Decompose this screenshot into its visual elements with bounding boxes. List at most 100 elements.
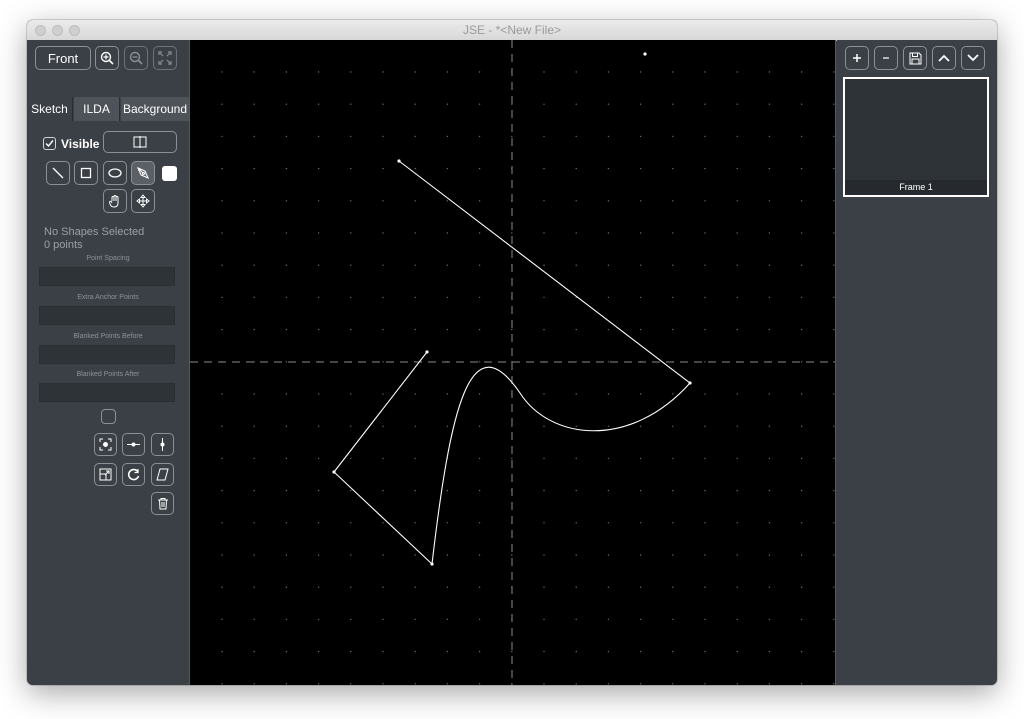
blanked-points-before-field[interactable] — [39, 345, 175, 364]
line-tool-button[interactable] — [46, 161, 70, 185]
blanked-points-after-field[interactable] — [39, 383, 175, 402]
ellipse-tool-icon — [108, 168, 122, 178]
grid-dot — [575, 650, 577, 653]
grid-dot — [414, 71, 416, 73]
grid-dot — [221, 135, 223, 138]
mirror-button[interactable] — [103, 131, 177, 153]
grid-dot — [736, 393, 738, 395]
zoom-out-button[interactable] — [124, 46, 148, 70]
grid-dot — [350, 586, 352, 588]
rectangle-tool-button[interactable] — [74, 161, 98, 185]
grid-dot — [639, 135, 642, 138]
grid-dot — [672, 200, 674, 202]
anchor-point[interactable] — [430, 562, 434, 566]
stray-point[interactable] — [643, 52, 647, 56]
grid-dot — [704, 361, 706, 363]
grid-dot — [350, 103, 352, 105]
sketch-canvas[interactable] — [190, 40, 835, 685]
grid-dot — [317, 232, 320, 234]
align-horizontal-button[interactable] — [122, 433, 145, 456]
scale-button[interactable] — [94, 463, 117, 486]
tab-sketch[interactable]: Sketch — [27, 97, 73, 121]
grid-dot — [639, 393, 642, 395]
pen-tool-button[interactable] — [131, 161, 155, 185]
delete-button[interactable] — [151, 492, 174, 515]
pan-tool-button[interactable] — [103, 189, 127, 213]
grid-dot — [800, 489, 803, 492]
grid-dot — [285, 135, 288, 138]
grid-dot — [704, 200, 706, 202]
tab-ilda[interactable]: ILDA — [74, 97, 120, 121]
grid-dot — [221, 103, 223, 105]
grid-dot — [382, 135, 384, 138]
grid-dot — [285, 683, 288, 685]
grid-dot — [768, 296, 771, 299]
grid-dot — [639, 200, 642, 202]
ellipse-tool-button[interactable] — [103, 161, 127, 185]
grid-dot — [446, 393, 449, 395]
grid-dot — [414, 489, 416, 492]
grid-dot — [253, 650, 255, 653]
grid-dot — [543, 683, 545, 685]
grid-dot — [704, 393, 706, 395]
anchor-point[interactable] — [332, 470, 336, 474]
grid-dot — [672, 393, 674, 395]
grid-dot — [704, 167, 706, 170]
grid-dot — [575, 457, 577, 460]
grid-dot — [253, 489, 255, 492]
move-down-icon — [967, 54, 979, 62]
anchor-point[interactable] — [397, 159, 401, 163]
grid-dot — [221, 296, 223, 299]
move-frame-up-button[interactable] — [932, 46, 956, 70]
grid-dot — [736, 328, 738, 331]
canvas-drawing[interactable] — [190, 40, 835, 685]
grid-dot — [446, 425, 449, 427]
grid-dot — [833, 554, 835, 556]
anchor-point[interactable] — [688, 381, 692, 385]
grid-dot — [478, 167, 481, 170]
grid-dot — [511, 457, 513, 460]
remove-frame-button[interactable] — [874, 46, 898, 70]
zoom-in-button[interactable] — [95, 46, 119, 70]
stroke-color-swatch[interactable] — [162, 166, 177, 181]
align-horizontal-icon — [127, 442, 140, 447]
grid-dot — [317, 200, 320, 202]
view-front-button[interactable]: Front — [35, 46, 91, 70]
grid-dot — [833, 328, 835, 331]
anchor-point[interactable] — [425, 350, 429, 354]
grid-dot — [350, 554, 352, 556]
grid-dot — [543, 232, 545, 234]
grid-dot — [317, 425, 320, 427]
move-frame-down-button[interactable] — [961, 46, 985, 70]
skew-button[interactable] — [151, 463, 174, 486]
add-frame-button[interactable] — [845, 46, 869, 70]
grid-dot — [511, 328, 513, 331]
grid-dot — [414, 167, 416, 170]
grid-dot — [672, 425, 674, 427]
align-vertical-button[interactable] — [151, 433, 174, 456]
grid-dot — [800, 361, 803, 363]
extra-anchor-points-field[interactable] — [39, 306, 175, 325]
tab-background[interactable]: Background — [121, 97, 189, 121]
grid-dot — [382, 586, 384, 588]
grid-dot — [672, 522, 674, 524]
grid-dot — [833, 200, 835, 202]
point-spacing-field[interactable] — [39, 267, 175, 286]
fit-view-button[interactable] — [153, 46, 177, 70]
grid-dot — [833, 167, 835, 170]
move-tool-button[interactable] — [131, 189, 155, 213]
grid-dot — [478, 618, 481, 621]
grid-dot — [704, 489, 706, 492]
save-frame-button[interactable] — [903, 46, 927, 70]
grid-dot — [414, 200, 416, 202]
window-title: JSE - *<New File> — [462, 23, 562, 37]
frame-thumbnail[interactable]: Frame 1 — [843, 77, 989, 197]
grid-dot — [543, 296, 545, 299]
rotate-button[interactable] — [122, 463, 145, 486]
center-button[interactable] — [94, 433, 117, 456]
visible-checkbox[interactable] — [43, 137, 56, 150]
closed-shape-checkbox[interactable] — [101, 409, 116, 424]
grid-dot — [414, 586, 416, 588]
grid-dot — [704, 457, 706, 460]
grid-dot — [800, 457, 803, 460]
